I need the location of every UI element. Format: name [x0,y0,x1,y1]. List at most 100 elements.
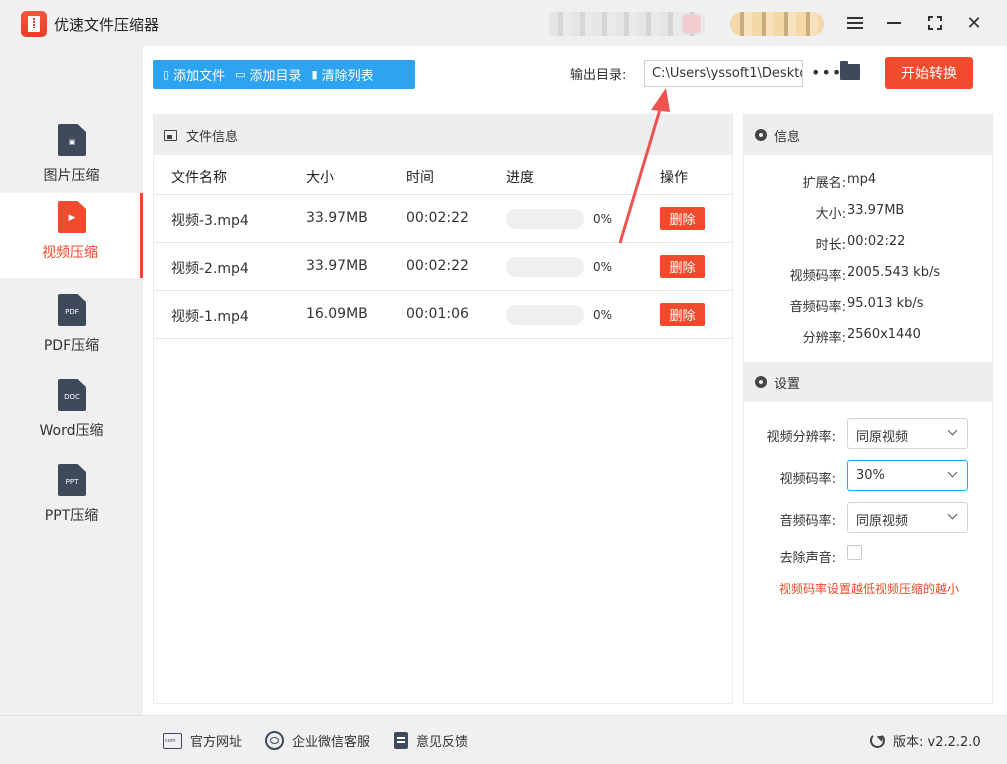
add-directory-label: 添加目录 [249,69,302,84]
info-duration: 时长: 00:02:22 [744,234,994,254]
menu-icon[interactable] [842,10,868,36]
trash-icon: ▮ [311,68,318,81]
folder-outline-icon: ▭ [235,68,246,81]
bitrate-hint: 视频码率设置越低视频压缩的越小 [778,582,959,596]
annotation-arrow-head [651,88,670,112]
file-size: 16.09MB [306,306,368,322]
file-size: 33.97MB [306,210,368,226]
sidebar-item-label: 图片压缩 [43,168,100,184]
more-options-icon[interactable]: ••• [811,63,842,82]
info-resolution: 分辨率: 2560x1440 [744,327,994,347]
file-panel-title: 文件信息 [186,129,239,145]
remove-audio-label: 去除声音: [779,551,836,566]
delete-button[interactable]: 删除 [660,207,705,230]
wechat-service-link[interactable]: 企业微信客服 [265,731,370,750]
info-settings-panel: 信息 扩展名: mp4 大小: 33.97MB 时长: 00:02:22 视频码… [743,114,993,704]
info-value: 00:02:22 [847,234,906,249]
chevron-down-icon [947,425,958,436]
wechat-icon [265,731,284,750]
wechat-label: 企业微信客服 [292,735,371,750]
file-icon: ▯ [163,68,170,81]
sidebar-item-image[interactable]: ▣ 图片压缩 [0,116,143,201]
info-key: 分辨率: [802,331,846,346]
sidebar-item-label: 视频压缩 [42,245,98,261]
maximize-icon[interactable] [922,10,948,36]
doc-file-icon: DOC [58,379,86,411]
sidebar: ▣ 图片压缩 ▶ 视频压缩 PDF PDF压缩 DOC Word压缩 PPT P… [0,46,143,715]
table-row[interactable]: 视频-3.mp4 33.97MB 00:02:22 0% 删除 [154,195,732,243]
chevron-down-icon [947,467,958,478]
select-value: 30% [856,468,885,483]
gear-icon [755,129,767,141]
file-list-panel: 文件信息 文件名称 大小 时间 进度 操作 视频-3.mp4 33.97MB 0… [153,114,733,704]
feedback-label: 意见反馈 [416,735,469,750]
start-convert-button[interactable]: 开始转换 [885,57,973,89]
version-info[interactable]: 版本: v2.2.2.0 [870,731,981,750]
title-bar: 优速文件压缩器 ✕ [0,0,1007,46]
clear-list-button[interactable]: ▮ 清除列表 [302,60,374,89]
sidebar-item-ppt[interactable]: PPT PPT压缩 [0,456,143,541]
audio-bitrate-label: 音频码率: [779,514,836,529]
image-icon [164,129,177,141]
table-row[interactable]: 视频-1.mp4 16.09MB 00:01:06 0% 删除 [154,291,732,339]
sidebar-item-video[interactable]: ▶ 视频压缩 [0,193,143,278]
settings-header: 设置 [744,362,992,402]
folder-icon[interactable] [840,61,860,80]
add-file-label: 添加文件 [173,69,226,84]
sidebar-item-pdf[interactable]: PDF PDF压缩 [0,286,143,371]
footer: 官方网址 企业微信客服 意见反馈 版本: v2.2.2.0 [0,715,1007,764]
info-video-bitrate: 视频码率: 2005.543 kb/s [744,265,994,285]
video-resolution-label: 视频分辨率: [766,430,836,445]
info-value: 33.97MB [847,203,905,218]
sidebar-item-label: PPT压缩 [44,508,99,524]
video-resolution-select[interactable]: 同原视频 [847,418,968,449]
file-size: 33.97MB [306,258,368,274]
add-directory-button[interactable]: ▭ 添加目录 [225,60,301,89]
table-row[interactable]: 视频-2.mp4 33.97MB 00:02:22 0% 删除 [154,243,732,291]
pdf-file-icon: PDF [58,294,86,326]
info-value: 2005.543 kb/s [847,265,941,280]
info-key: 音频码率: [789,300,846,315]
video-bitrate-select[interactable]: 30% [847,460,968,491]
toolbar: ▯ 添加文件 ▭ 添加目录 ▮ 清除列表 [153,60,415,89]
sidebar-item-word[interactable]: DOC Word压缩 [0,371,143,456]
select-value: 同原视频 [856,430,909,445]
file-panel-header: 文件信息 [154,115,732,155]
version-label: 版本: v2.2.2.0 [893,735,981,750]
info-value: 95.013 kb/s [847,296,924,311]
progress-bar [506,209,584,229]
website-icon [163,732,182,749]
audio-bitrate-select[interactable]: 同原视频 [847,502,968,533]
website-link[interactable]: 官方网址 [163,731,242,750]
select-value: 同原视频 [856,514,909,529]
file-time: 00:02:22 [406,210,469,226]
info-audio-bitrate: 音频码率: 95.013 kb/s [744,296,994,316]
info-key: 扩展名: [802,176,846,191]
file-name: 视频-3.mp4 [171,213,249,229]
clear-list-label: 清除列表 [321,69,374,84]
table-header: 文件名称 大小 时间 进度 操作 [154,155,732,195]
file-name: 视频-2.mp4 [171,261,249,277]
settings-title: 设置 [774,376,801,392]
minimize-icon[interactable] [881,10,907,36]
info-key: 大小: [815,207,846,222]
close-icon[interactable]: ✕ [961,10,987,36]
remove-audio-checkbox[interactable] [847,545,862,560]
info-value: 2560x1440 [847,327,921,342]
delete-button[interactable]: 删除 [660,255,705,278]
file-name: 视频-1.mp4 [171,309,249,325]
info-header: 信息 [744,115,992,155]
user-account-blurred[interactable] [549,12,705,36]
delete-button[interactable]: 删除 [660,303,705,326]
output-dir-field[interactable]: C:\Users\yssoft1\Desktop [644,60,803,87]
sidebar-item-label: Word压缩 [39,423,104,439]
video-bitrate-label: 视频码率: [779,472,836,487]
info-extension: 扩展名: mp4 [744,172,994,192]
add-file-button[interactable]: ▯ 添加文件 [153,60,225,89]
feedback-link[interactable]: 意见反馈 [394,731,468,750]
website-label: 官方网址 [190,735,243,750]
gear-icon [755,376,767,388]
vip-badge-blurred[interactable] [730,12,824,36]
progress-percent: 0% [593,212,613,226]
file-time: 00:02:22 [406,258,469,274]
